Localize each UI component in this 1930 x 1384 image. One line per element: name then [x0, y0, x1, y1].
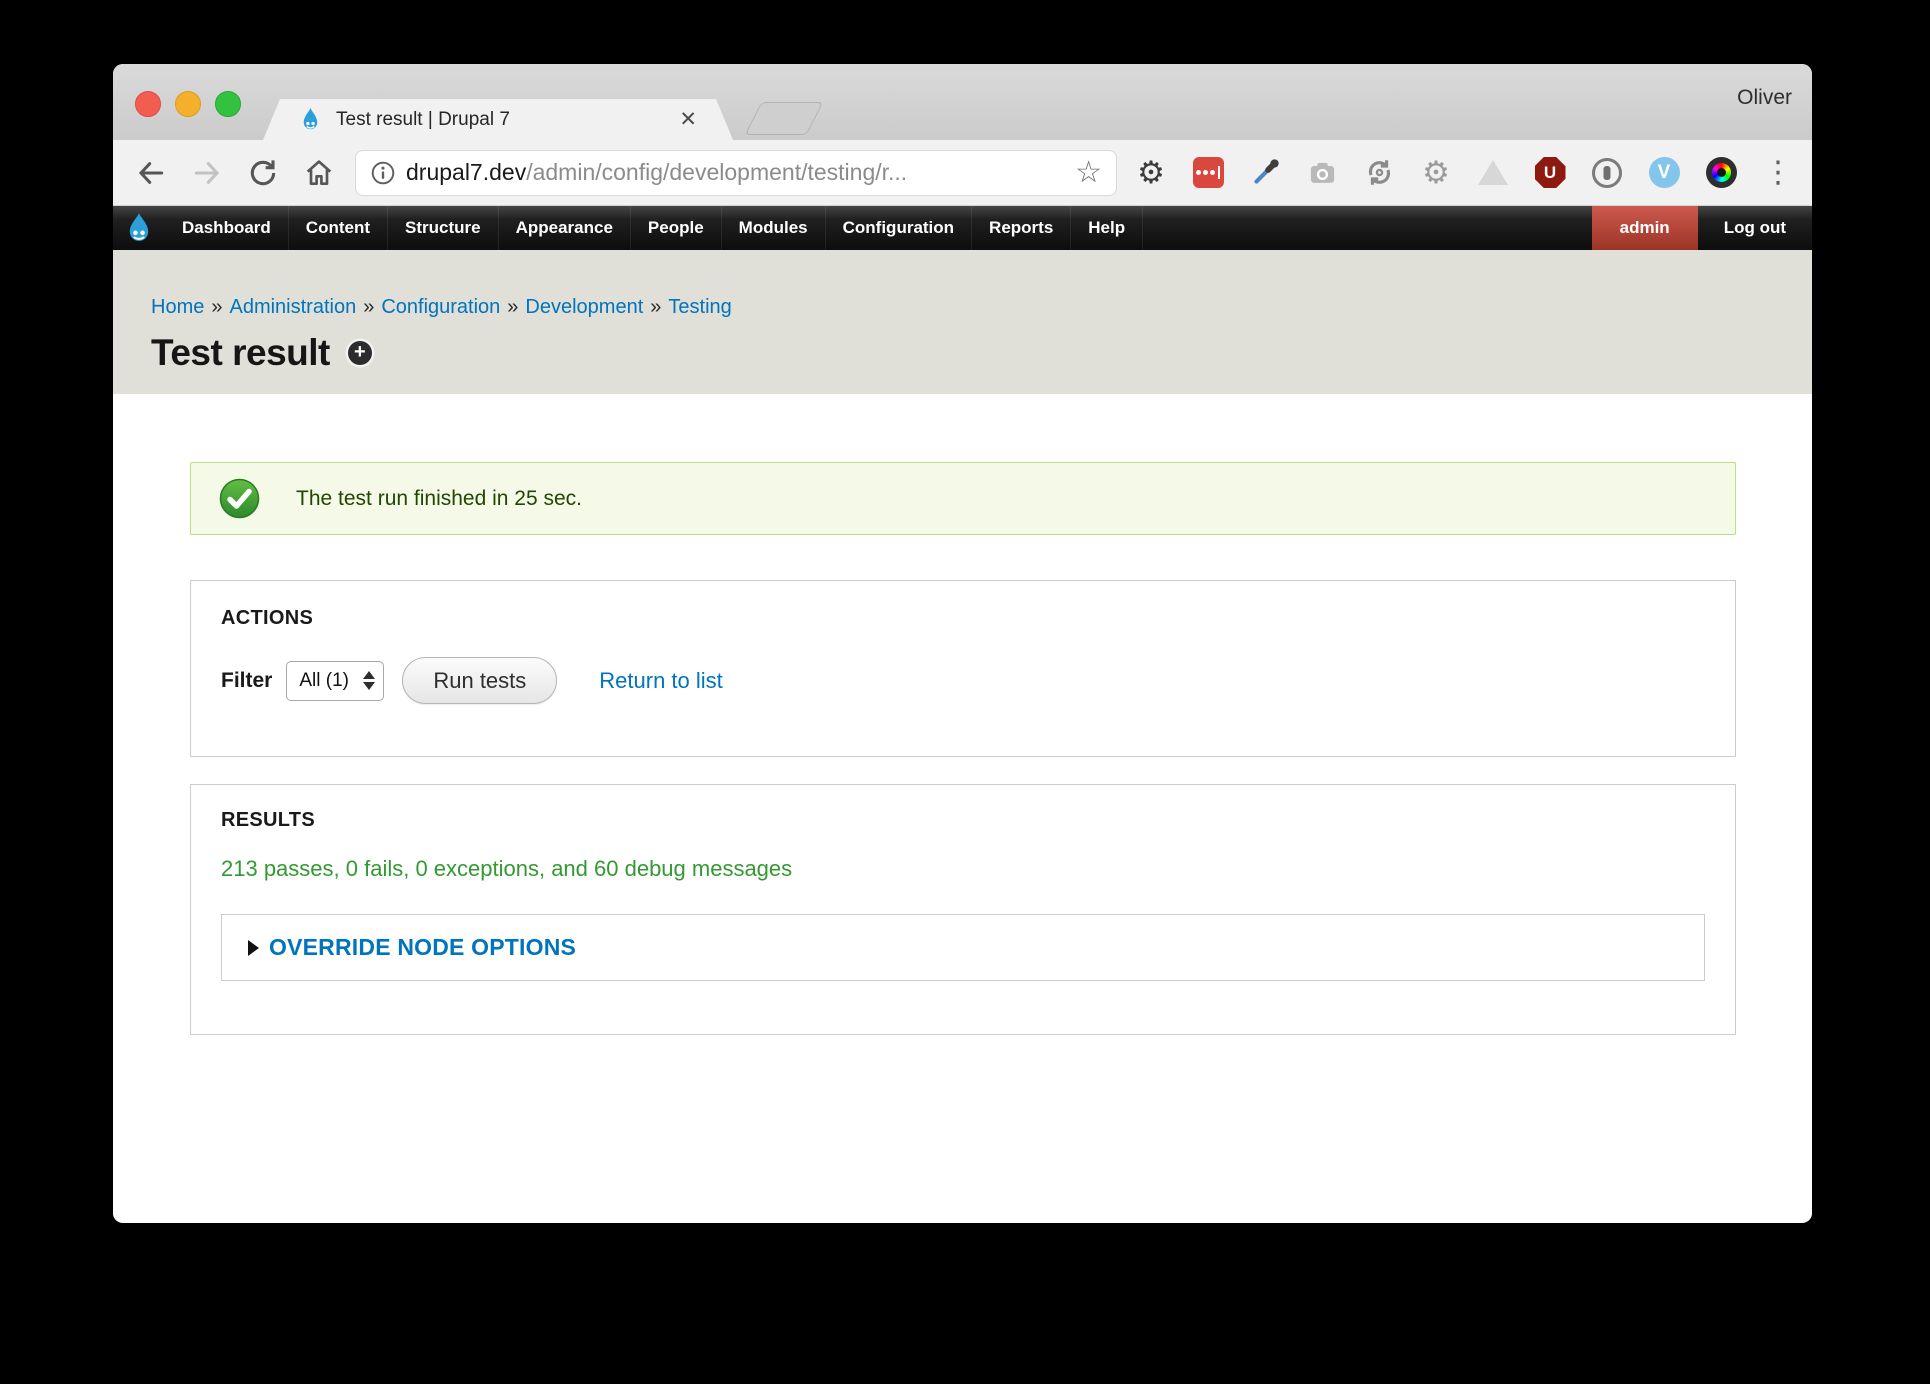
results-fieldset: RESULTS 213 passes, 0 fails, 0 exception… [190, 784, 1736, 1035]
breadcrumb-separator: » [211, 296, 222, 318]
browser-tab[interactable]: Test result | Drupal 7 ✕ [263, 99, 733, 140]
gray-gear-icon: ⚙ [1422, 157, 1450, 188]
reload-icon [247, 157, 279, 189]
admin-item-content[interactable]: Content [289, 206, 388, 250]
logout-link[interactable]: Log out [1698, 206, 1812, 250]
breadcrumb-configuration[interactable]: Configuration [381, 296, 500, 318]
breadcrumb: Home » Administration » Configuration » Develo… [151, 296, 1812, 319]
drupal-droplet-icon [122, 211, 156, 245]
admin-item-modules[interactable]: Modules [722, 206, 826, 250]
forward-button[interactable] [187, 151, 227, 195]
eyedropper-extension[interactable] [1249, 157, 1281, 189]
collapse-arrow-icon [248, 940, 259, 956]
admin-item-reports[interactable]: Reports [972, 206, 1071, 250]
filter-select[interactable]: All (1) [286, 661, 384, 701]
eyedropper-icon [1250, 157, 1281, 188]
keyhole-icon [1592, 158, 1622, 188]
browser-menu-button[interactable]: ⋮ [1762, 157, 1794, 189]
run-tests-button[interactable]: Run tests [402, 657, 557, 704]
breadcrumb-home[interactable]: Home [151, 296, 204, 318]
admin-item-dashboard[interactable]: Dashboard [165, 206, 289, 250]
url-bar[interactable]: drupal7.dev/admin/config/development/tes… [355, 150, 1117, 196]
actions-legend: ACTIONS [221, 607, 1705, 630]
titlebar: Test result | Drupal 7 ✕ Oliver [113, 64, 1812, 140]
page-info-icon[interactable] [370, 160, 396, 186]
browser-window: Test result | Drupal 7 ✕ Oliver [113, 64, 1812, 1223]
userscript-gear-extension[interactable]: ⚙ [1420, 157, 1452, 189]
reload-button[interactable] [243, 151, 283, 195]
minimize-window-button[interactable] [175, 91, 201, 117]
admin-item-appearance[interactable]: Appearance [499, 206, 631, 250]
select-stepper-icon [363, 671, 375, 690]
admin-username-link[interactable]: admin [1592, 206, 1698, 250]
window-controls [135, 91, 241, 117]
password-manager-extension[interactable] [1192, 157, 1224, 189]
back-button[interactable] [131, 151, 171, 195]
breadcrumb-separator: » [507, 296, 518, 318]
forward-arrow-icon [191, 157, 223, 189]
ublock-extension[interactable]: U [1534, 157, 1566, 189]
test-pass-summary: 213 passes, 0 fails, 0 exceptions, and 6… [221, 856, 1705, 882]
bookmark-star-icon[interactable]: ☆ [1075, 158, 1102, 188]
contextual-add-icon[interactable]: + [348, 341, 372, 365]
v-badge-icon: V [1649, 157, 1680, 188]
session-sync-extension[interactable] [1363, 157, 1395, 189]
kebab-menu-icon: ⋮ [1763, 158, 1793, 188]
password-dots-icon [1193, 157, 1224, 188]
home-button[interactable] [299, 151, 339, 195]
admin-menu: Dashboard Content Structure Appearance P… [165, 206, 1592, 250]
filter-label: Filter [221, 669, 272, 693]
drive-triangle-icon [1478, 160, 1508, 185]
breadcrumb-administration[interactable]: Administration [229, 296, 356, 318]
home-icon [303, 157, 335, 189]
extensions-row: ⚙ [1135, 157, 1794, 189]
status-message: The test run finished in 25 sec. [190, 462, 1736, 535]
collapsed-test-group[interactable]: OVERRIDE NODE OPTIONS [221, 914, 1705, 981]
drupal-favicon-icon [297, 106, 324, 133]
status-message-text: The test run finished in 25 sec. [296, 487, 582, 511]
onepassword-extension[interactable] [1591, 157, 1623, 189]
browser-toolbar: drupal7.dev/admin/config/development/tes… [113, 140, 1812, 206]
tab-title: Test result | Drupal 7 [336, 109, 677, 131]
admin-item-structure[interactable]: Structure [388, 206, 499, 250]
ublock-shield-icon: U [1535, 157, 1566, 188]
page-title: Test result [151, 332, 330, 374]
url-path: /admin/config/development/testing/r... [526, 159, 907, 185]
settings-gear-extension[interactable]: ⚙ [1135, 157, 1167, 189]
close-window-button[interactable] [135, 91, 161, 117]
screenshot-camera-extension[interactable] [1306, 157, 1338, 189]
page-header: Home » Administration » Configuration » Develo… [113, 250, 1812, 394]
main-content: The test run finished in 25 sec. ACTIONS… [113, 394, 1812, 1221]
actions-fieldset: ACTIONS Filter All (1) Run tests Return … [190, 580, 1736, 757]
url-host: drupal7.dev [406, 159, 526, 185]
breadcrumb-separator: » [363, 296, 374, 318]
drupal-logo[interactable] [113, 206, 165, 250]
drive-extension[interactable] [1477, 157, 1509, 189]
return-to-list-link[interactable]: Return to list [599, 668, 723, 694]
tab-close-icon[interactable]: ✕ [677, 107, 699, 132]
zoom-window-button[interactable] [215, 91, 241, 117]
override-node-options-link[interactable]: OVERRIDE NODE OPTIONS [269, 934, 576, 961]
results-legend: RESULTS [221, 809, 1705, 832]
admin-item-help[interactable]: Help [1071, 206, 1143, 250]
sync-arrows-icon [1364, 157, 1395, 188]
admin-user-area: admin Log out [1592, 206, 1812, 250]
camera-lens-icon [1706, 157, 1737, 188]
success-check-icon [219, 478, 260, 519]
admin-item-configuration[interactable]: Configuration [826, 206, 972, 250]
breadcrumb-development[interactable]: Development [525, 296, 643, 318]
breadcrumb-testing[interactable]: Testing [668, 296, 731, 318]
breadcrumb-separator: » [650, 296, 661, 318]
back-arrow-icon [135, 157, 167, 189]
lens-extension[interactable] [1705, 157, 1737, 189]
drupal-admin-toolbar: Dashboard Content Structure Appearance P… [113, 206, 1812, 250]
filter-select-value: All (1) [299, 670, 363, 692]
v-extension[interactable]: V [1648, 157, 1680, 189]
browser-profile-name[interactable]: Oliver [1737, 86, 1792, 110]
gear-icon: ⚙ [1137, 157, 1165, 188]
url-text[interactable]: drupal7.dev/admin/config/development/tes… [406, 159, 1067, 186]
camera-icon [1307, 157, 1338, 188]
new-tab-button[interactable] [745, 102, 824, 135]
admin-item-people[interactable]: People [631, 206, 722, 250]
